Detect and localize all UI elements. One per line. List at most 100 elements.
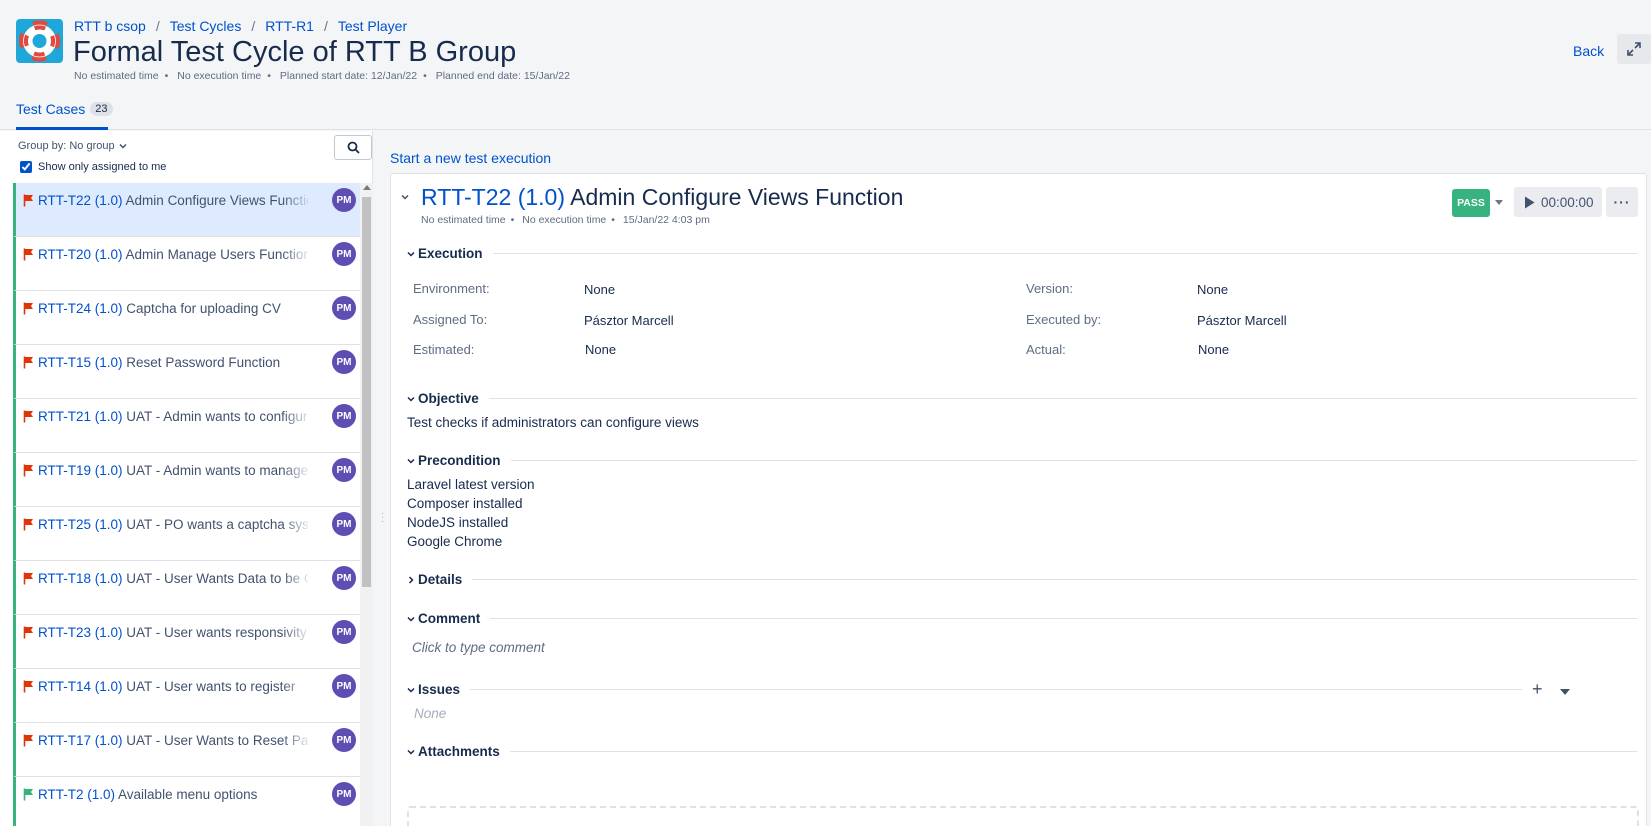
breadcrumb-project[interactable]: RTT b csop	[74, 18, 146, 34]
section-divider	[492, 253, 1637, 254]
section-execution[interactable]: Execution	[405, 246, 1637, 261]
test-case-row-key: RTT-T14 (1.0)	[38, 679, 123, 694]
collapse-chevron-icon[interactable]	[400, 192, 410, 202]
show-only-assigned-checkbox[interactable]	[20, 161, 32, 173]
test-case-row[interactable]: RTT-T20 (1.0) Admin Manage Users Functio…	[13, 237, 360, 291]
text-fade	[282, 459, 312, 487]
test-case-row-name: UAT - User wants responsivity fo	[126, 625, 308, 640]
section-title: Details	[418, 572, 463, 587]
test-case-row[interactable]: RTT-T14 (1.0) UAT - User wants to regist…	[13, 669, 360, 723]
tab-label: Test Cases	[16, 101, 86, 117]
show-only-assigned-label: Show only assigned to me	[38, 161, 167, 173]
issues-dropdown-caret-icon[interactable]	[1560, 689, 1570, 695]
test-case-row[interactable]: RTT-T19 (1.0) UAT - Admin wants to manag…	[13, 453, 360, 507]
text-fade	[282, 621, 312, 649]
avatar: PM	[332, 188, 356, 212]
text-fade	[282, 189, 312, 217]
test-case-row[interactable]: RTT-T21 (1.0) UAT - Admin wants to confi…	[13, 399, 360, 453]
add-issue-icon[interactable]: +	[1532, 679, 1543, 700]
attachments-dropzone[interactable]	[407, 806, 1639, 826]
meta-start-date: Planned start date: 12/Jan/22	[279, 70, 418, 82]
test-case-row-key: RTT-T21 (1.0)	[38, 409, 123, 424]
environment-label: Environment:	[413, 281, 490, 296]
test-case-row-key: RTT-T17 (1.0)	[38, 733, 123, 748]
test-case-row-key: RTT-T24 (1.0)	[38, 301, 123, 316]
section-divider	[490, 618, 1637, 619]
version-value[interactable]: None	[1197, 282, 1228, 297]
test-case-row[interactable]: RTT-T24 (1.0) Captcha for uploading CV PM	[13, 291, 360, 345]
comment-input[interactable]: Click to type comment	[412, 640, 545, 655]
priority-flag-icon	[23, 248, 33, 261]
test-case-row[interactable]: RTT-T25 (1.0) UAT - PO wants a captcha s…	[13, 507, 360, 561]
scroll-thumb[interactable]	[362, 197, 371, 587]
test-case-meta: No estimated time • No execution time • 15…	[421, 214, 710, 226]
tab-test-cases[interactable]: Test Cases 23	[16, 101, 113, 117]
avatar: PM	[332, 620, 356, 644]
timer-button[interactable]: 00:00:00	[1514, 187, 1602, 217]
section-title: Objective	[418, 391, 479, 406]
section-divider	[509, 751, 1637, 752]
actual-value[interactable]: None	[1198, 342, 1229, 357]
actual-label: Actual:	[1026, 342, 1066, 357]
avatar: PM	[332, 458, 356, 482]
test-case-row[interactable]: RTT-T2 (1.0) Available menu options PM	[13, 777, 360, 826]
meta-execution: No execution time	[177, 70, 262, 82]
breadcrumb-test-cycles[interactable]: Test Cycles	[170, 18, 242, 34]
test-case-row-name: UAT - PO wants a captcha system	[126, 517, 308, 532]
list-scrollbar[interactable]	[360, 183, 373, 826]
section-precondition[interactable]: Precondition	[405, 453, 1637, 468]
breadcrumb-cycle[interactable]: RTT-R1	[265, 18, 314, 34]
environment-value[interactable]: None	[584, 282, 615, 297]
more-actions-button[interactable]: ···	[1606, 187, 1638, 217]
status-dropdown-caret-icon[interactable]	[1495, 200, 1503, 205]
test-case-row-title: RTT-T18 (1.0) UAT - User Wants Data to b…	[38, 571, 308, 586]
test-case-row-name: Admin Configure Views Function	[125, 193, 308, 208]
chevron-down-icon	[407, 687, 415, 693]
project-logo-icon	[16, 19, 63, 63]
section-divider	[470, 689, 1522, 690]
section-objective[interactable]: Objective	[405, 391, 1637, 406]
breadcrumb-test-player[interactable]: Test Player	[338, 18, 407, 34]
priority-flag-icon	[23, 572, 33, 585]
test-case-row[interactable]: RTT-T15 (1.0) Reset Password Function PM	[13, 345, 360, 399]
status-pass-button[interactable]: PASS	[1452, 189, 1490, 217]
timer-value: 00:00:00	[1541, 194, 1594, 210]
back-link[interactable]: Back	[1573, 43, 1604, 59]
precondition-line: Laravel latest version	[407, 477, 535, 492]
precondition-line: Composer installed	[407, 496, 523, 511]
test-case-list: RTT-T22 (1.0) Admin Configure Views Func…	[13, 183, 360, 826]
search-icon	[347, 141, 360, 154]
test-case-row[interactable]: RTT-T22 (1.0) Admin Configure Views Func…	[13, 183, 360, 237]
test-case-row[interactable]: RTT-T17 (1.0) UAT - User Wants to Reset …	[13, 723, 360, 777]
panel-resize-handle[interactable]: · · ·	[381, 509, 384, 527]
executed-by-value[interactable]: Pásztor Marcell	[1197, 313, 1287, 328]
priority-flag-icon	[23, 194, 33, 207]
estimated-value[interactable]: None	[585, 342, 616, 357]
expand-button[interactable]	[1617, 34, 1651, 64]
start-new-execution-link[interactable]: Start a new test execution	[390, 150, 551, 166]
group-by-dropdown[interactable]: Group by: No group	[18, 140, 128, 152]
test-case-row[interactable]: RTT-T18 (1.0) UAT - User Wants Data to b…	[13, 561, 360, 615]
test-case-key[interactable]: RTT-T22 (1.0)	[421, 184, 565, 210]
section-issues[interactable]: Issues	[405, 682, 1522, 697]
test-case-row-key: RTT-T25 (1.0)	[38, 517, 123, 532]
search-button[interactable]	[334, 135, 372, 160]
more-icon: ···	[1613, 194, 1631, 210]
meta-estimated: No estimated time	[74, 70, 159, 82]
chevron-down-icon	[407, 616, 415, 622]
section-comment[interactable]: Comment	[405, 611, 1637, 626]
scroll-up-arrow[interactable]	[363, 185, 371, 190]
show-only-assigned[interactable]: Show only assigned to me	[20, 161, 166, 173]
version-label: Version:	[1026, 281, 1073, 296]
test-case-row-name: UAT - User wants to register	[126, 679, 296, 694]
test-case-row[interactable]: RTT-T23 (1.0) UAT - User wants responsiv…	[13, 615, 360, 669]
section-details[interactable]: Details	[405, 572, 1637, 587]
test-case-title: RTT-T22 (1.0) Admin Configure Views Func…	[421, 184, 903, 211]
priority-flag-icon	[23, 410, 33, 423]
case-meta-estimated: No estimated time	[421, 214, 506, 226]
section-attachments[interactable]: Attachments	[405, 744, 1637, 759]
text-fade	[282, 351, 312, 379]
assigned-to-value[interactable]: Pásztor Marcell	[584, 313, 674, 328]
breadcrumb-separator: /	[155, 18, 160, 34]
test-case-row-title: RTT-T17 (1.0) UAT - User Wants to Reset …	[38, 733, 308, 748]
